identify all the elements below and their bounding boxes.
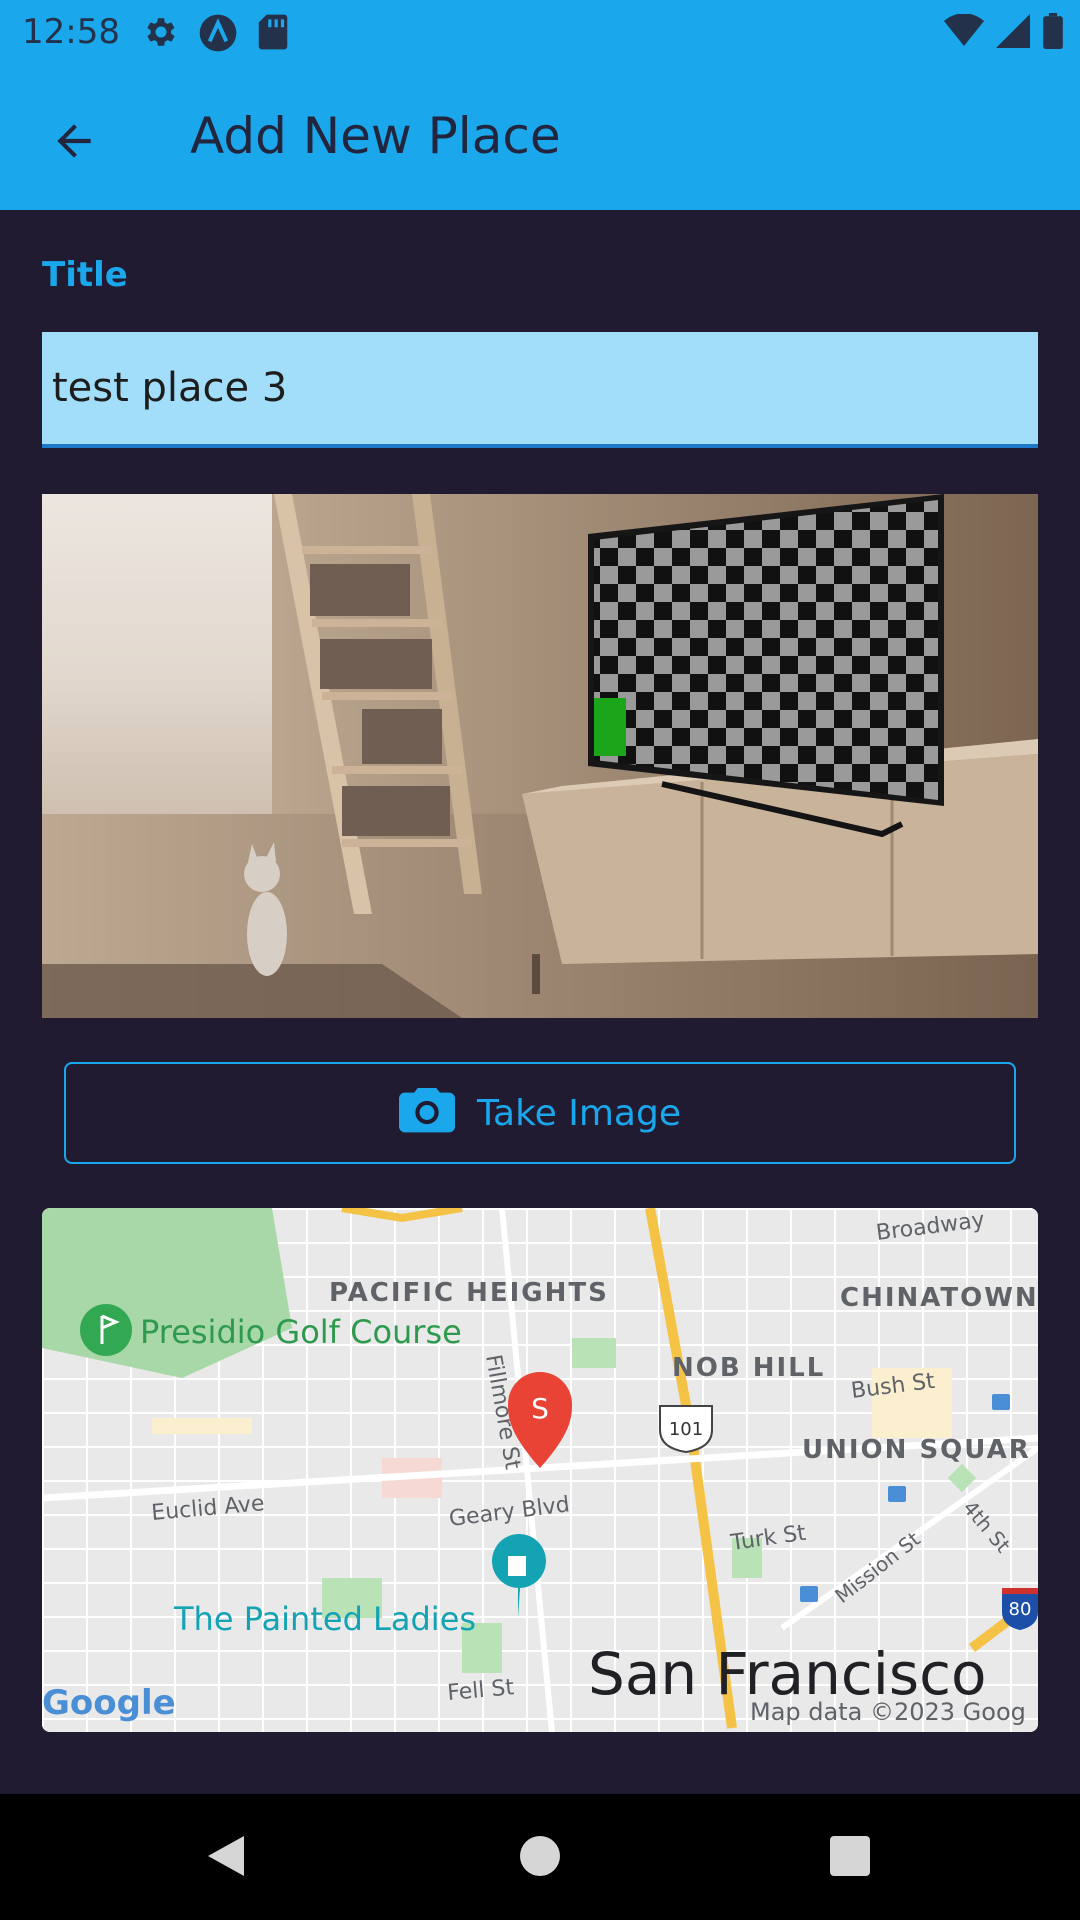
svg-text:101: 101 (669, 1419, 703, 1440)
transit-icon (888, 1486, 906, 1502)
signal-icon (996, 14, 1030, 53)
label-nob-hill: NOB HILL (672, 1353, 825, 1383)
map-preview[interactable]: S 101 80 Broadway PACIFIC HEIGHTS CHINAT… (42, 1208, 1038, 1732)
pin-letter: S (531, 1392, 549, 1425)
highway-101-shield: 101 (659, 1405, 713, 1454)
app-bar: Add New Place (0, 63, 1080, 210)
label-painted-ladies: The Painted Ladies (173, 1600, 476, 1638)
arrow-back-icon (49, 116, 99, 171)
take-image-label: Take Image (477, 1092, 681, 1134)
google-logo: Google (42, 1683, 176, 1723)
label-presidio: Presidio Golf Course (140, 1313, 462, 1351)
room-photo (42, 494, 1038, 1018)
sd-card-icon (256, 13, 290, 58)
camera-icon (399, 1085, 455, 1142)
nav-home-icon[interactable] (518, 1832, 562, 1885)
map-canvas: S 101 80 Broadway PACIFIC HEIGHTS CHINAT… (42, 1208, 1038, 1732)
system-nav-bar (0, 1794, 1080, 1920)
map-attribution: Map data ©2023 Goog (750, 1698, 1026, 1726)
label-pacific-heights: PACIFIC HEIGHTS (329, 1278, 609, 1308)
nav-recents-icon[interactable] (828, 1832, 872, 1885)
settings-icon (142, 13, 180, 58)
take-image-button[interactable]: Take Image (64, 1062, 1016, 1164)
image-preview (42, 494, 1038, 1018)
battery-icon (1042, 13, 1064, 54)
transit-icon (992, 1394, 1010, 1410)
page-title: Add New Place (190, 107, 561, 165)
transit-icon (800, 1586, 818, 1602)
golf-course-icon (80, 1304, 132, 1356)
wifi-icon (944, 13, 984, 53)
title-label: Title (42, 255, 128, 295)
svg-text:80: 80 (1009, 1599, 1032, 1620)
label-union-square: UNION SQUAR (802, 1435, 1031, 1465)
label-chinatown: CHINATOWN (840, 1283, 1038, 1313)
title-input[interactable] (42, 332, 1038, 444)
highway-80-shield: 80 (1002, 1588, 1038, 1630)
back-button[interactable] (30, 99, 118, 187)
nav-back-icon[interactable] (204, 1832, 248, 1885)
status-bar: 12:58 (0, 0, 1080, 63)
app-a-icon (198, 13, 238, 58)
status-time: 12:58 (22, 12, 120, 52)
title-field[interactable] (42, 332, 1038, 448)
